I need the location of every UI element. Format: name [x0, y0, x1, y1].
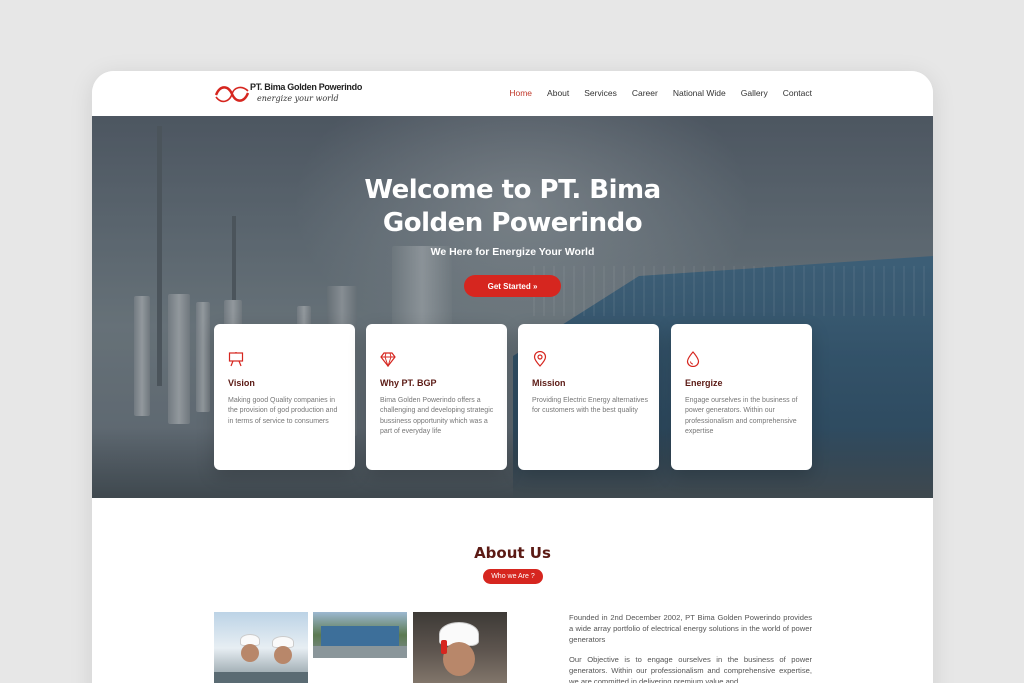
nav-services[interactable]: Services: [584, 88, 617, 98]
drop-icon: [686, 351, 700, 367]
card-vision: Vision Making good Quality companies in …: [214, 324, 355, 470]
main-nav: Home About Services Career National Wide…: [494, 88, 812, 98]
diamond-icon: [380, 352, 396, 367]
nav-gallery[interactable]: Gallery: [741, 88, 768, 98]
hero-title: Welcome to PT. Bima Golden Powerindo: [92, 174, 933, 240]
hero-section: Welcome to PT. Bima Golden Powerindo We …: [92, 116, 933, 498]
card-text: Providing Electric Energy alternatives f…: [532, 397, 648, 415]
about-badge: Who we Are ?: [483, 569, 543, 584]
hero-title-line-2: Golden Powerindo: [382, 208, 643, 238]
logo-company-name: PT. Bima Golden Powerindo: [250, 82, 363, 92]
get-started-button[interactable]: Get Started »: [464, 275, 561, 297]
location-pin-icon: [533, 351, 547, 367]
logo-tagline: energize your world: [257, 94, 339, 103]
company-logo[interactable]: PT. Bima Golden Powerindo energize your …: [214, 81, 362, 107]
card-title: Why PT. BGP: [380, 378, 437, 388]
hero-subtitle: We Here for Energize Your World: [430, 246, 595, 258]
card-why-bgp: Why PT. BGP Bima Golden Powerindo offers…: [366, 324, 507, 470]
nav-home[interactable]: Home: [509, 88, 532, 98]
about-paragraph-2: Our Objective is to engage ourselves in …: [569, 655, 812, 683]
card-text: Engage ourselves in the business of powe…: [685, 397, 798, 435]
card-text: Making good Quality companies in the pro…: [228, 397, 338, 425]
card-mission: Mission Providing Electric Energy altern…: [518, 324, 659, 470]
logo-mark-icon: [214, 86, 250, 103]
nav-about[interactable]: About: [547, 88, 569, 98]
nav-national-wide[interactable]: National Wide: [673, 88, 726, 98]
nav-contact[interactable]: Contact: [783, 88, 812, 98]
nav-career[interactable]: Career: [632, 88, 658, 98]
card-title: Energize: [685, 378, 723, 388]
about-photo-facility: [313, 612, 407, 658]
browser-frame: PT. Bima Golden Powerindo energize your …: [92, 71, 933, 683]
card-text: Bima Golden Powerindo offers a challengi…: [380, 397, 494, 435]
card-title: Mission: [532, 378, 566, 388]
easel-icon: [228, 352, 244, 367]
hero-title-line-1: Welcome to PT. Bima: [364, 175, 661, 205]
about-title: About Us: [474, 544, 551, 562]
about-paragraph-1: Founded in 2nd December 2002, PT Bima Go…: [569, 613, 812, 644]
card-energize: Energize Engage ourselves in the busines…: [671, 324, 812, 470]
site-header: PT. Bima Golden Powerindo energize your …: [92, 71, 933, 116]
about-photo-engineer: [413, 612, 507, 683]
card-title: Vision: [228, 378, 255, 388]
about-photo-workers: [214, 612, 308, 683]
